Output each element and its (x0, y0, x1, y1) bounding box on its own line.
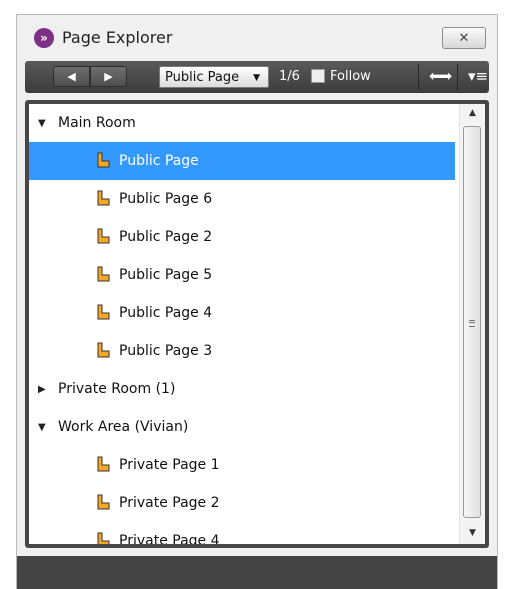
tree-group-row[interactable]: ▼ Work Area (Vivian) (29, 408, 455, 446)
toolbar-divider (457, 64, 458, 90)
swap-arrows-icon[interactable]: ⬅➡ (429, 67, 452, 85)
status-bar (17, 556, 497, 589)
next-page-button[interactable]: ▶ (90, 66, 127, 87)
page-select-value: Public Page (165, 69, 240, 85)
tree-page-row[interactable]: Public Page 3 (29, 332, 455, 370)
tree-group-label: Main Room (58, 115, 136, 131)
tree-page-label: Public Page 4 (119, 305, 213, 321)
scroll-up-arrow-icon[interactable]: ▲ (460, 108, 485, 118)
page-icon (97, 342, 110, 358)
list-menu-icon[interactable]: ▾≡ (468, 67, 488, 85)
expand-down-icon[interactable]: ▼ (38, 118, 46, 129)
tree-page-label: Public Page 6 (119, 191, 213, 207)
page-tree-panel: ▲ ▼ ▼ Main Room Public Page Public Page 6 Pu… (25, 100, 489, 548)
tree-page-label: Public Page 2 (119, 229, 213, 245)
tree-page-label: Public Page 3 (119, 343, 213, 359)
tree-page-row[interactable]: Public Page (29, 142, 455, 180)
page-tree: ▲ ▼ ▼ Main Room Public Page Public Page 6 Pu… (29, 104, 485, 544)
expand-down-icon[interactable]: ▼ (38, 422, 46, 433)
arrow-right-icon: ▶ (104, 70, 113, 83)
page-icon (97, 304, 110, 320)
window-title: Page Explorer (62, 28, 173, 47)
tree-page-label: Private Page 4 (119, 533, 220, 544)
previous-page-button[interactable]: ◀ (53, 66, 90, 87)
follow-label: Follow (330, 69, 371, 84)
collapse-right-icon[interactable]: ▶ (38, 384, 46, 395)
tree-group-label: Private Room (1) (58, 381, 176, 397)
page-icon (97, 494, 110, 510)
tree-page-label: Private Page 2 (119, 495, 220, 511)
vertical-scrollbar[interactable]: ▲ ▼ (459, 104, 485, 544)
page-icon (97, 266, 110, 282)
page-icon (97, 456, 110, 472)
tree-group-label: Work Area (Vivian) (58, 419, 189, 435)
tree-page-label: Public Page (119, 153, 199, 169)
tree-page-row[interactable]: Private Page 1 (29, 446, 455, 484)
tree-page-row[interactable]: Private Page 2 (29, 484, 455, 522)
page-icon (97, 190, 110, 206)
scroll-grip-icon (469, 320, 475, 327)
tree-page-row[interactable]: Public Page 2 (29, 218, 455, 256)
toolbar-divider (418, 64, 419, 90)
tree-page-row[interactable]: Public Page 4 (29, 294, 455, 332)
toolbar: ◀ ▶ Public Page ▼ 1/6 Follow ⬅➡ ▾≡ (25, 61, 489, 93)
arrow-left-icon: ◀ (67, 70, 76, 83)
page-icon (97, 532, 110, 544)
page-explorer-window: » Page Explorer ✕ ◀ ▶ Public Page ▼ 1/6 … (16, 14, 498, 589)
page-select-dropdown[interactable]: Public Page ▼ (159, 66, 269, 88)
page-counter: 1/6 (279, 69, 300, 84)
close-button[interactable]: ✕ (442, 27, 486, 49)
app-logo-icon: » (34, 28, 54, 48)
page-icon (97, 152, 110, 168)
scroll-down-arrow-icon[interactable]: ▼ (460, 528, 485, 538)
follow-checkbox[interactable] (311, 69, 325, 83)
tree-page-row[interactable]: Public Page 6 (29, 180, 455, 218)
tree-page-row[interactable]: Public Page 5 (29, 256, 455, 294)
title-bar: » Page Explorer ✕ (17, 15, 497, 53)
tree-page-row[interactable]: Private Page 4 (29, 522, 455, 544)
tree-group-row[interactable]: ▼ Main Room (29, 104, 455, 142)
chevron-down-icon: ▼ (253, 73, 260, 83)
page-icon (97, 228, 110, 244)
tree-page-label: Private Page 1 (119, 457, 220, 473)
tree-page-label: Public Page 5 (119, 267, 213, 283)
scroll-thumb[interactable] (463, 126, 481, 518)
tree-group-row[interactable]: ▶ Private Room (1) (29, 370, 455, 408)
